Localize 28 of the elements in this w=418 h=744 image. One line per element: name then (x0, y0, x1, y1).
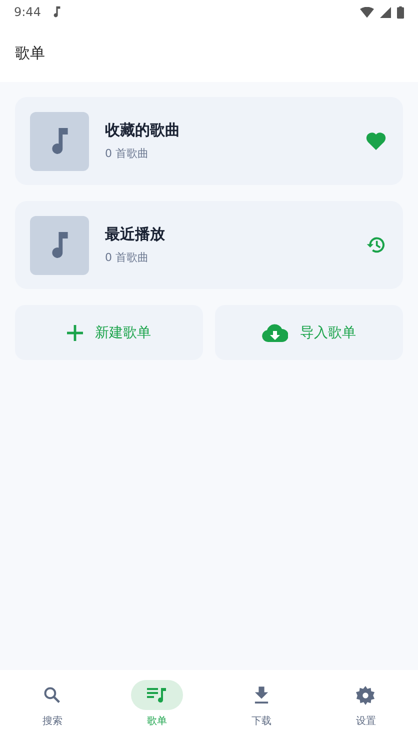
battery-icon (397, 6, 404, 18)
download-icon (254, 686, 269, 704)
page-title: 歌单 (15, 44, 45, 62)
playlist-icon (146, 687, 167, 703)
plus-icon (67, 324, 83, 340)
wifi-icon (360, 6, 374, 18)
gear-icon (356, 686, 376, 704)
song-count: 0 首歌曲 (105, 250, 150, 265)
song-count: 0 首歌曲 (105, 146, 150, 161)
nav-tab[interactable]: 下载 (209, 670, 314, 744)
playlist-title: 最近播放 (105, 225, 166, 244)
nav-tab[interactable]: 搜索 (0, 670, 104, 744)
nav-tab[interactable]: 设置 (314, 670, 418, 744)
search-icon (43, 686, 62, 704)
action-button[interactable]: 新建歌单 (15, 305, 203, 360)
playlist-card[interactable]: 收藏的歌曲 0 首歌曲 (15, 97, 403, 185)
playlist-title: 收藏的歌曲 (105, 121, 181, 140)
playlist-card[interactable]: 最近播放 0 首歌曲 (15, 201, 403, 289)
signal-icon (380, 6, 391, 18)
history-icon (366, 235, 386, 255)
heart-icon (366, 132, 386, 150)
music-note-icon (52, 6, 61, 18)
cloud-download-icon (262, 324, 288, 342)
status-time: 9:44 (14, 5, 41, 19)
music-note-icon (52, 232, 68, 258)
nav-tab[interactable]: 歌单 (104, 670, 209, 744)
music-note-icon (52, 128, 68, 154)
action-button[interactable]: 导入歌单 (215, 305, 403, 360)
